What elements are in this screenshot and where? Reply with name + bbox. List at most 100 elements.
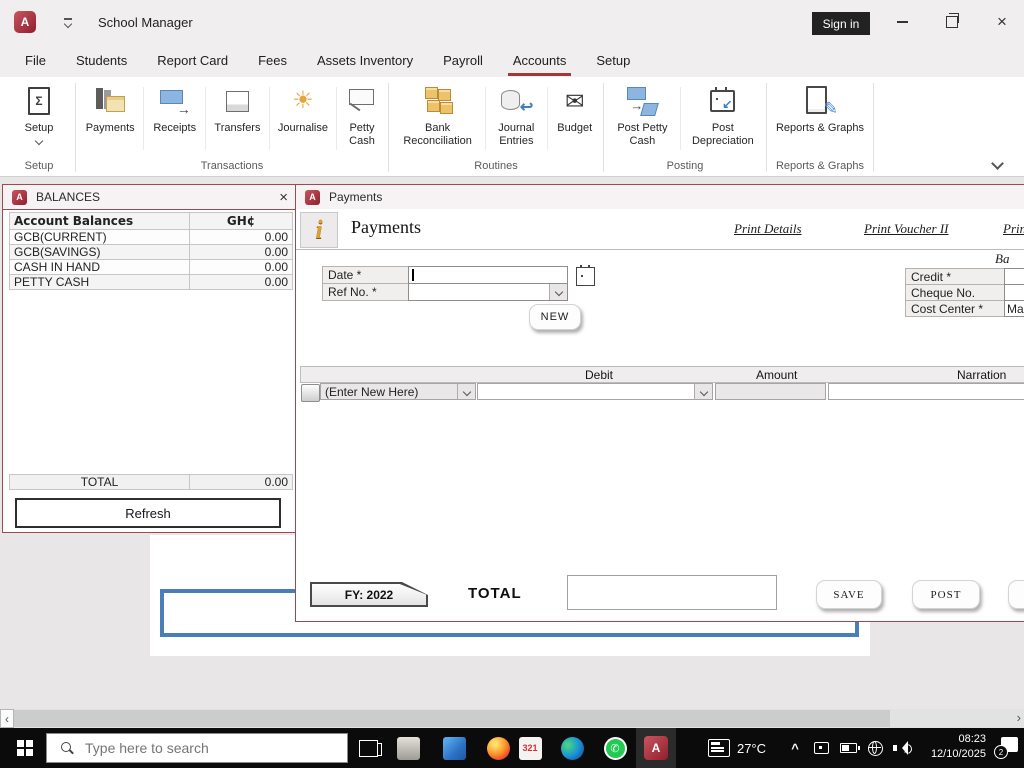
tab-report-card[interactable]: Report Card — [142, 44, 243, 77]
volume-icon — [893, 741, 911, 755]
print-link-cutoff[interactable]: Prin — [1003, 221, 1024, 237]
firefox-icon — [487, 737, 510, 760]
tab-accounts[interactable]: Accounts — [498, 44, 581, 77]
scroll-right-icon[interactable]: › — [1017, 710, 1021, 725]
chevron-down-icon[interactable] — [457, 384, 475, 399]
chevron-down-icon[interactable] — [549, 284, 567, 300]
balances-window: A BALANCES × Account Balances GH¢ GCB(CU… — [2, 184, 298, 533]
transfer-window-icon — [226, 91, 249, 112]
task-view-button[interactable] — [352, 728, 384, 768]
taskbar-app-gray[interactable] — [392, 728, 424, 768]
chevron-down-icon[interactable] — [694, 384, 712, 399]
print-details-link[interactable]: Print Details — [734, 221, 802, 237]
payments-titlebar[interactable]: A Payments — [296, 185, 1024, 210]
payments-total-input[interactable] — [567, 575, 777, 610]
tab-assets-inventory[interactable]: Assets Inventory — [302, 44, 428, 77]
start-button[interactable] — [6, 728, 44, 768]
taskbar-search[interactable] — [46, 733, 348, 763]
table-row[interactable]: GCB(CURRENT) 0.00 — [10, 229, 293, 245]
ribbon-budget-button[interactable]: ✉ Budget — [547, 79, 602, 135]
print-voucher2-link[interactable]: Print Voucher II — [864, 221, 948, 237]
notification-center-button[interactable]: 2 — [996, 737, 1018, 757]
table-row[interactable]: CASH IN HAND 0.00 — [10, 259, 293, 275]
ribbon-petty-cash-button[interactable]: Petty Cash — [337, 79, 387, 148]
search-input[interactable] — [83, 739, 317, 757]
ribbon-setup-button[interactable]: Σ Setup — [4, 79, 74, 144]
taskbar-app-firefox[interactable] — [482, 728, 514, 768]
close-button[interactable]: × — [982, 8, 1022, 36]
ribbon-payments-button[interactable]: Payments — [77, 79, 143, 135]
cheque-no-input[interactable] — [1004, 284, 1024, 301]
tab-payroll[interactable]: Payroll — [428, 44, 498, 77]
quick-access-toolbar-icon[interactable] — [62, 18, 74, 27]
tab-students[interactable]: Students — [61, 44, 142, 77]
grid-debit-combobox[interactable] — [477, 383, 713, 400]
balances-titlebar[interactable]: A BALANCES × — [3, 185, 297, 210]
ribbon-tabbar: File Students Report Card Fees Assets In… — [0, 44, 1024, 77]
taskbar-clock[interactable]: 08:23 12/10/2025 — [931, 732, 986, 762]
tray-battery-button[interactable] — [835, 728, 861, 768]
weather-widget[interactable]: 27°C — [698, 728, 776, 768]
tab-fees[interactable]: Fees — [243, 44, 302, 77]
horizontal-scrollbar[interactable]: ‹ › — [0, 709, 1024, 728]
credit-input[interactable] — [1004, 268, 1024, 285]
taskbar-app-cube[interactable] — [438, 728, 470, 768]
balances-close-icon[interactable]: × — [279, 189, 288, 206]
taskbar-app-mediaplayer[interactable]: 321 — [514, 728, 546, 768]
post-button[interactable]: POST — [912, 580, 980, 609]
refresh-button[interactable]: Refresh — [15, 498, 281, 528]
grid-col-narration: Narration — [957, 368, 1006, 382]
date-picker-icon[interactable] — [576, 267, 595, 286]
ribbon-journal-entries-button[interactable]: ↩ Journal Entries — [486, 79, 546, 148]
screen-tray-icon — [814, 742, 829, 754]
grid-row-selector[interactable] — [301, 384, 320, 402]
tab-setup[interactable]: Setup — [581, 44, 645, 77]
taskbar-app-whatsapp[interactable]: ✆ — [598, 728, 632, 768]
minimize-button[interactable] — [882, 8, 922, 36]
ribbon-receipts-button[interactable]: → Receipts — [144, 79, 205, 135]
sign-in-button[interactable]: Sign in — [812, 12, 870, 35]
scrollbar-thumb[interactable] — [14, 710, 890, 727]
grid-narration-cell[interactable] — [828, 383, 1024, 400]
table-row[interactable]: GCB(SAVINGS) 0.00 — [10, 244, 293, 260]
ribbon-group-transactions: Payments → Receipts Transfers ☀ Journali… — [77, 79, 387, 176]
payments-header: i Payments Print Details Print Voucher I… — [296, 209, 1024, 250]
ledger-icon — [93, 84, 127, 118]
ribbon-journalise-button[interactable]: ☀ Journalise — [270, 79, 336, 135]
ribbon-post-depreciation-button[interactable]: ↙ Post Depreciation — [681, 79, 765, 148]
ribbon-post-petty-cash-button[interactable]: → Post Petty Cash — [605, 79, 680, 148]
table-row[interactable]: PETTY CASH 0.00 — [10, 274, 293, 290]
partial-button-cutoff[interactable] — [1008, 580, 1024, 609]
ribbon-transfers-button[interactable]: Transfers — [206, 79, 269, 135]
ribbon-bank-reconciliation-button[interactable]: Bank Reconciliation — [390, 79, 485, 148]
tray-volume-button[interactable] — [889, 728, 915, 768]
tray-expand-button[interactable]: ^ — [783, 728, 807, 768]
ribbon-group-setup: Σ Setup Setup — [4, 79, 74, 176]
grid-col-debit: Debit — [585, 368, 613, 382]
battery-icon — [840, 743, 857, 753]
tray-screen-button[interactable] — [809, 728, 833, 768]
taskbar-app-edge[interactable] — [556, 728, 588, 768]
new-button[interactable]: NEW — [529, 304, 581, 330]
grid-new-row-combobox[interactable]: (Enter New Here) — [320, 383, 476, 400]
payments-body: i Payments Print Details Print Voucher I… — [296, 209, 1024, 621]
scroll-left-button[interactable]: ‹ — [0, 709, 14, 728]
collapse-ribbon-icon[interactable] — [991, 157, 1004, 170]
fiscal-year-button[interactable]: FY: 2022 — [310, 582, 428, 607]
search-icon — [61, 742, 73, 754]
cost-center-value[interactable]: Ma — [1004, 300, 1024, 317]
date-input[interactable] — [408, 266, 568, 284]
ribbon-reports-graphs-button[interactable]: ✎ Reports & Graphs — [768, 79, 872, 135]
app-title: School Manager — [98, 15, 193, 30]
ref-no-combobox[interactable] — [408, 283, 568, 301]
tab-file[interactable]: File — [10, 44, 61, 77]
restore-icon — [946, 16, 958, 28]
chevron-down-icon — [35, 137, 43, 145]
taskbar-app-access-active[interactable]: A — [636, 728, 676, 768]
restore-button[interactable] — [932, 8, 972, 36]
clock-date: 12/10/2025 — [931, 747, 986, 762]
tray-network-button[interactable] — [863, 728, 887, 768]
save-button[interactable]: SAVE — [816, 580, 882, 609]
grid-amount-cell[interactable] — [715, 383, 826, 400]
receipt-arrow-icon: → — [158, 84, 192, 118]
